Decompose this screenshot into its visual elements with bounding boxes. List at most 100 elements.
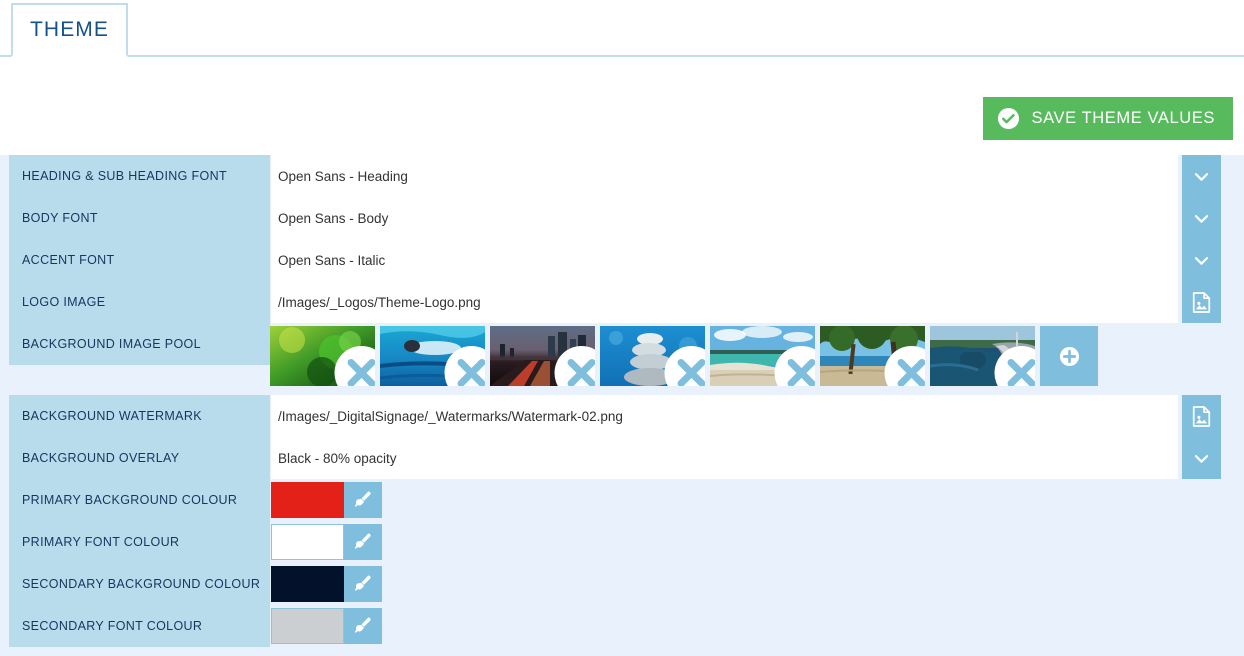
table-row: SECONDARY BACKGROUND COLOUR <box>0 563 1244 605</box>
save-theme-values-label: SAVE THEME VALUES <box>1031 109 1215 127</box>
row-label-text: HEADING & SUB HEADING FONT <box>22 169 227 183</box>
tab-strip: THEME <box>0 0 1244 57</box>
clover-leaf-thumbnail[interactable] <box>270 326 375 386</box>
remove-image-button[interactable] <box>774 345 815 386</box>
table-row: HEADING & SUB HEADING FONT Open Sans - H… <box>0 155 1244 197</box>
row-label-text: LOGO IMAGE <box>22 295 106 309</box>
table-row: PRIMARY FONT COLOUR <box>0 521 1244 563</box>
secondary-background-colour-picker-button[interactable] <box>344 566 382 602</box>
remove-circle-icon <box>749 343 815 386</box>
image-picker-icon <box>1192 291 1211 313</box>
heading-font-field[interactable]: Open Sans - Heading <box>271 155 1178 197</box>
remove-image-button[interactable] <box>884 345 925 386</box>
trees-by-sea-thumbnail[interactable] <box>820 326 925 386</box>
row-label-heading-font: HEADING & SUB HEADING FONT <box>9 155 270 197</box>
chevron-down-icon <box>1192 209 1211 228</box>
riverside-path-thumbnail[interactable] <box>930 326 1035 386</box>
table-row: BODY FONT Open Sans - Body <box>0 197 1244 239</box>
chevron-down-icon <box>1192 167 1211 186</box>
heading-font-dropdown-button[interactable] <box>1182 155 1221 197</box>
background-watermark-value: /Images/_DigitalSignage/_Watermarks/Wate… <box>278 408 623 424</box>
background-overlay-field[interactable]: Black - 80% opacity <box>271 437 1178 479</box>
paintbrush-icon <box>353 616 373 636</box>
table-row: ACCENT FONT Open Sans - Italic <box>0 239 1244 281</box>
tab-theme[interactable]: THEME <box>11 3 128 57</box>
theme-settings-table: HEADING & SUB HEADING FONT Open Sans - H… <box>0 155 1244 656</box>
row-label-primary-background-colour: PRIMARY BACKGROUND COLOUR <box>9 479 270 521</box>
logo-image-value: /Images/_Logos/Theme-Logo.png <box>278 294 481 310</box>
secondary-background-colour-swatch[interactable] <box>271 566 344 602</box>
row-label-primary-font-colour: PRIMARY FONT COLOUR <box>9 521 270 563</box>
accent-font-dropdown-button[interactable] <box>1182 239 1221 281</box>
row-label-text: BACKGROUND IMAGE POOL <box>22 337 201 351</box>
row-label-text: SECONDARY FONT COLOUR <box>22 619 203 633</box>
body-font-dropdown-button[interactable] <box>1182 197 1221 239</box>
row-label-text: BACKGROUND WATERMARK <box>22 409 202 423</box>
add-background-image-button[interactable] <box>1040 326 1098 386</box>
row-label-text: PRIMARY FONT COLOUR <box>22 535 180 549</box>
row-label-text: ACCENT FONT <box>22 253 115 267</box>
background-image-pool-thumbnails <box>270 326 1098 386</box>
primary-font-colour-swatch[interactable] <box>271 524 344 560</box>
row-label-text: BACKGROUND OVERLAY <box>22 451 180 465</box>
table-row: BACKGROUND WATERMARK /Images/_DigitalSig… <box>0 395 1244 437</box>
background-watermark-field[interactable]: /Images/_DigitalSignage/_Watermarks/Wate… <box>271 395 1178 437</box>
body-font-field[interactable]: Open Sans - Body <box>271 197 1178 239</box>
remove-circle-icon <box>639 343 705 386</box>
row-label-background-overlay: BACKGROUND OVERLAY <box>9 437 270 479</box>
background-overlay-value: Black - 80% opacity <box>278 450 397 466</box>
background-watermark-picker-button[interactable] <box>1182 395 1221 437</box>
chevron-down-icon <box>1192 449 1211 468</box>
primary-background-colour-swatch[interactable] <box>271 482 344 518</box>
remove-image-button[interactable] <box>664 345 705 386</box>
save-theme-values-button[interactable]: SAVE THEME VALUES <box>983 97 1233 140</box>
body-font-value: Open Sans - Body <box>278 210 389 226</box>
remove-circle-icon <box>859 343 925 386</box>
logo-image-picker-button[interactable] <box>1182 281 1221 323</box>
remove-image-button[interactable] <box>444 345 485 386</box>
row-label-text: SECONDARY BACKGROUND COLOUR <box>22 577 261 591</box>
remove-image-button[interactable] <box>554 345 595 386</box>
swimmer-underwater-thumbnail[interactable] <box>380 326 485 386</box>
background-overlay-dropdown-button[interactable] <box>1182 437 1221 479</box>
row-label-text: PRIMARY BACKGROUND COLOUR <box>22 493 238 507</box>
city-highway-night-thumbnail[interactable] <box>490 326 595 386</box>
row-label-text: BODY FONT <box>22 211 98 225</box>
logo-image-field[interactable]: /Images/_Logos/Theme-Logo.png <box>271 281 1178 323</box>
row-label-accent-font: ACCENT FONT <box>9 239 270 281</box>
remove-image-button[interactable] <box>334 345 375 386</box>
paintbrush-icon <box>353 490 373 510</box>
remove-circle-icon <box>309 343 375 386</box>
table-row: PRIMARY BACKGROUND COLOUR <box>0 479 1244 521</box>
accent-font-field[interactable]: Open Sans - Italic <box>271 239 1178 281</box>
paintbrush-icon <box>353 532 373 552</box>
row-label-secondary-font-colour: SECONDARY FONT COLOUR <box>9 605 270 647</box>
tab-strip-underline <box>0 55 1244 57</box>
table-row: BACKGROUND OVERLAY Black - 80% opacity <box>0 437 1244 479</box>
primary-background-colour-picker-button[interactable] <box>344 482 382 518</box>
check-circle-icon <box>997 107 1020 130</box>
row-label-body-font: BODY FONT <box>9 197 270 239</box>
tab-theme-label: THEME <box>30 18 109 41</box>
remove-circle-icon <box>419 343 485 386</box>
secondary-font-colour-picker-button[interactable] <box>344 608 382 644</box>
remove-circle-icon <box>529 343 595 386</box>
background-image-pool-row: BACKGROUND IMAGE POOL <box>0 323 1244 395</box>
remove-circle-icon <box>969 343 1035 386</box>
table-row: LOGO IMAGE /Images/_Logos/Theme-Logo.png <box>0 281 1244 323</box>
primary-font-colour-picker-button[interactable] <box>344 524 382 560</box>
image-picker-icon <box>1192 405 1211 427</box>
stacked-stones-thumbnail[interactable] <box>600 326 705 386</box>
paintbrush-icon <box>353 574 373 594</box>
row-label-background-watermark: BACKGROUND WATERMARK <box>9 395 270 437</box>
remove-image-button[interactable] <box>994 345 1035 386</box>
heading-font-value: Open Sans - Heading <box>278 168 408 184</box>
row-label-background-image-pool: BACKGROUND IMAGE POOL <box>9 323 270 365</box>
accent-font-value: Open Sans - Italic <box>278 252 386 268</box>
chevron-down-icon <box>1192 251 1211 270</box>
row-label-logo-image: LOGO IMAGE <box>9 281 270 323</box>
table-row: SECONDARY FONT COLOUR <box>0 605 1244 647</box>
row-label-secondary-background-colour: SECONDARY BACKGROUND COLOUR <box>9 563 270 605</box>
beach-coastline-thumbnail[interactable] <box>710 326 815 386</box>
secondary-font-colour-swatch[interactable] <box>271 608 344 644</box>
